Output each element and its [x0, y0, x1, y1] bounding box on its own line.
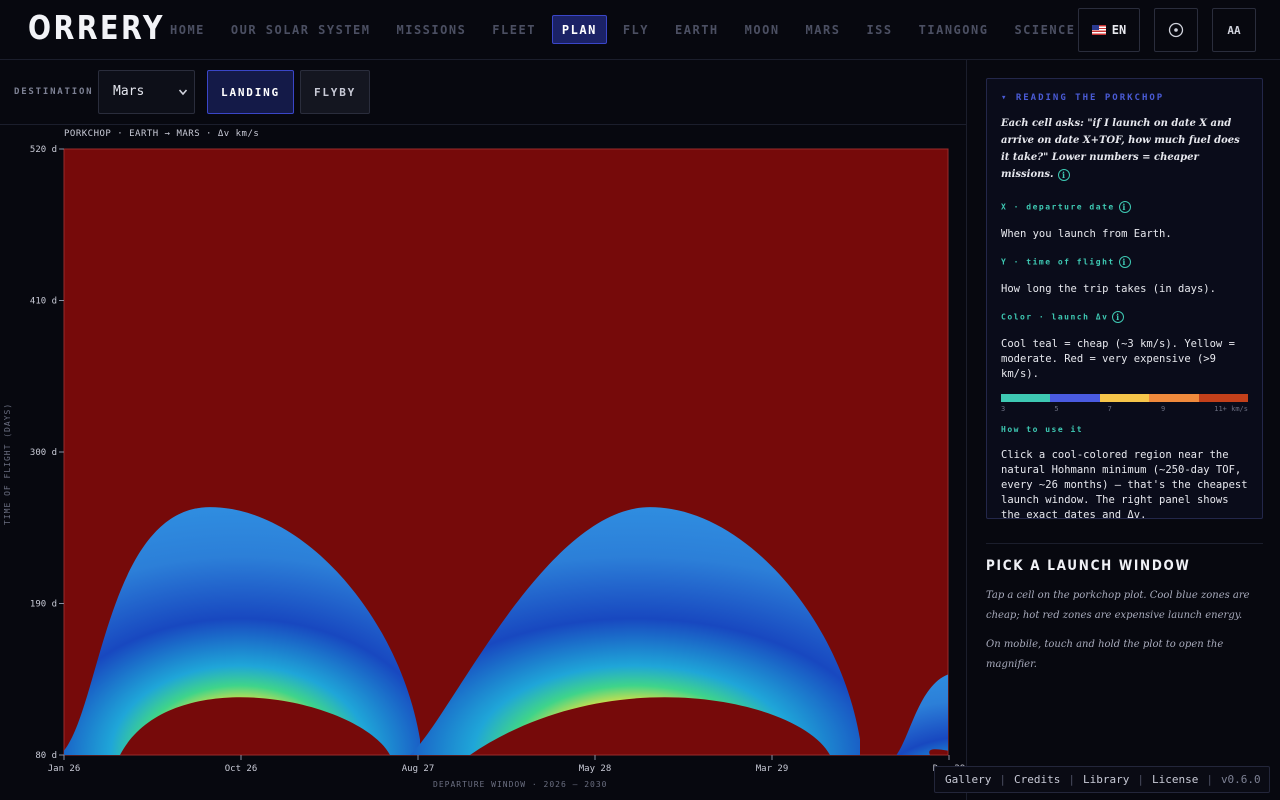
main-nav: HOME OUR SOLAR SYSTEM MISSIONS FLEET PLAN FLY… — [160, 15, 1092, 44]
x-axis-help-text: When you launch from Earth. — [1001, 228, 1172, 240]
version-label: v0.6.0 — [1220, 773, 1261, 786]
porkchop-help-card: ▾ READING THE PORKCHOP Each cell asks: "… — [986, 78, 1263, 521]
nav-item-tiangong[interactable]: TIANGONG — [909, 15, 999, 44]
color-scale-tick: 11+ km/s — [1214, 405, 1248, 413]
pick-window-text: Tap a cell on the porkchop plot. Cool bl… — [986, 590, 1250, 621]
x-tick-label: Oct 26 — [225, 764, 258, 774]
nav-item-fly[interactable]: FLY — [613, 15, 659, 44]
nav-item-mars[interactable]: MARS — [796, 15, 851, 44]
color-scale-bar — [1001, 394, 1249, 402]
plot-title: PORKCHOP · EARTH → MARS · Δv km/s — [64, 129, 260, 139]
help-intro: Each cell asks: "if I launch on date X a… — [1001, 115, 1248, 183]
y-tick-label: 80 d — [35, 751, 57, 761]
color-scale-segment — [1198, 394, 1249, 402]
target-button[interactable] — [1154, 8, 1198, 52]
how-to-use-heading: How to use it — [1001, 425, 1084, 434]
x-axis-help-heading: X · departure date i — [1001, 201, 1248, 213]
x-axis-label: DEPARTURE WINDOW · 2026 – 2030 — [433, 780, 608, 789]
y-axis-help-text: How long the trip takes (in days). — [1001, 283, 1216, 295]
pick-window-title: PICK A LAUNCH WINDOW — [986, 558, 1191, 574]
language-button[interactable]: EN — [1078, 8, 1140, 52]
y-axis-help-heading: Y · time of flight i — [1001, 256, 1248, 268]
destination-label: DESTINATION — [14, 87, 94, 97]
nav-item-fleet[interactable]: FLEET — [482, 15, 546, 44]
footer-links: Gallery | Credits | Library | License | v0.6.0 — [934, 766, 1270, 793]
color-help-heading: Color · launch Δv i — [1001, 311, 1248, 323]
text-size-button[interactable]: AA — [1212, 8, 1256, 52]
footer-link-gallery[interactable]: Gallery — [945, 773, 991, 786]
color-help-text: Cool teal = cheap (~3 km/s). Yellow = mo… — [1001, 338, 1235, 380]
porkchop-plot-area: 520 d 410 d 300 d 190 d 80 d Jan 26 Oct 26 Aug… — [0, 125, 966, 800]
y-tick-label: 520 d — [30, 145, 57, 155]
y-axis-label: TIME OF FLIGHT (DAYS) — [3, 402, 12, 525]
help-card-title[interactable]: ▾ READING THE PORKCHOP — [1001, 93, 1248, 103]
x-tick-label: May 28 — [579, 764, 612, 774]
panel-divider — [986, 543, 1263, 544]
color-scale-segment — [1050, 394, 1100, 402]
x-tick-label: Aug 27 — [402, 764, 435, 774]
target-icon — [1168, 22, 1184, 38]
info-icon[interactable]: i — [1112, 311, 1125, 323]
info-icon[interactable]: i — [1118, 201, 1131, 213]
chevron-down-icon — [178, 71, 188, 132]
us-flag-icon — [1091, 25, 1106, 35]
text-size-label: AA — [1227, 23, 1241, 37]
footer-separator: | — [999, 773, 1006, 786]
color-scale-tick: 9 — [1160, 405, 1166, 413]
destination-value: Mars — [113, 84, 145, 99]
color-scale-segment — [1001, 394, 1051, 402]
info-icon[interactable]: i — [1057, 168, 1070, 181]
footer-separator: | — [1206, 773, 1213, 786]
color-scale-tick: 5 — [1054, 405, 1059, 413]
color-scale-ticks: 3 5 7 9 11+ km/s — [1001, 405, 1248, 413]
landing-button[interactable]: LANDING — [207, 70, 294, 114]
footer-link-license[interactable]: License — [1152, 773, 1198, 786]
info-icon[interactable]: i — [1118, 256, 1131, 268]
footer-link-library[interactable]: Library — [1083, 773, 1129, 786]
how-to-use-text: Click a cool-colored region near the nat… — [1001, 449, 1248, 521]
nav-item-our-solar-system[interactable]: OUR SOLAR SYSTEM — [221, 15, 381, 44]
color-scale-segment — [1099, 394, 1150, 402]
right-panel: ▾ READING THE PORKCHOP Each cell asks: "… — [966, 60, 1280, 800]
top-bar: ORRERY HOME OUR SOLAR SYSTEM MISSIONS FLEET… — [0, 0, 1280, 60]
nav-item-moon[interactable]: MOON — [735, 15, 790, 44]
porkchop-plot[interactable]: 520 d 410 d 300 d 190 d 80 d Jan 26 Oct 26 Aug… — [0, 125, 966, 800]
color-scale-tick: 3 — [1001, 405, 1006, 413]
help-intro-text: Each cell asks: "if I launch on date X a… — [1001, 118, 1240, 180]
footer-separator: | — [1137, 773, 1144, 786]
app-logo[interactable]: ORRERY — [28, 8, 165, 47]
flyby-button[interactable]: FLYBY — [300, 70, 370, 114]
color-scale-tick: 7 — [1107, 405, 1112, 413]
nav-item-plan[interactable]: PLAN — [551, 15, 607, 44]
destination-select[interactable]: Mars — [98, 70, 195, 114]
footer-link-credits[interactable]: Credits — [1014, 773, 1060, 786]
nav-item-home[interactable]: HOME — [160, 15, 215, 44]
nav-item-missions[interactable]: MISSIONS — [387, 15, 477, 44]
x-tick-label: Jan 26 — [48, 764, 81, 774]
nav-item-earth[interactable]: EARTH — [665, 15, 729, 44]
y-tick-label: 300 d — [30, 448, 57, 458]
color-scale-segment — [1149, 394, 1199, 402]
footer-separator: | — [1068, 773, 1075, 786]
nav-item-science[interactable]: SCIENCE — [1004, 15, 1085, 44]
nav-item-iss[interactable]: ISS — [856, 15, 902, 44]
pick-window-mobile-text: On mobile, touch and hold the plot to op… — [986, 639, 1224, 670]
y-tick-label: 410 d — [30, 297, 57, 307]
plan-toolbar: DESTINATION Mars LANDING FLYBY — [0, 60, 966, 125]
language-label: EN — [1111, 23, 1127, 37]
x-axis-ticks: Jan 26Oct 26Aug 27May 28Mar 29Dec 29 — [48, 755, 965, 774]
x-tick-label: Mar 29 — [756, 764, 789, 774]
y-tick-label: 190 d — [30, 600, 57, 610]
y-axis-ticks: 520 d 410 d 300 d 190 d 80 d — [30, 145, 64, 761]
